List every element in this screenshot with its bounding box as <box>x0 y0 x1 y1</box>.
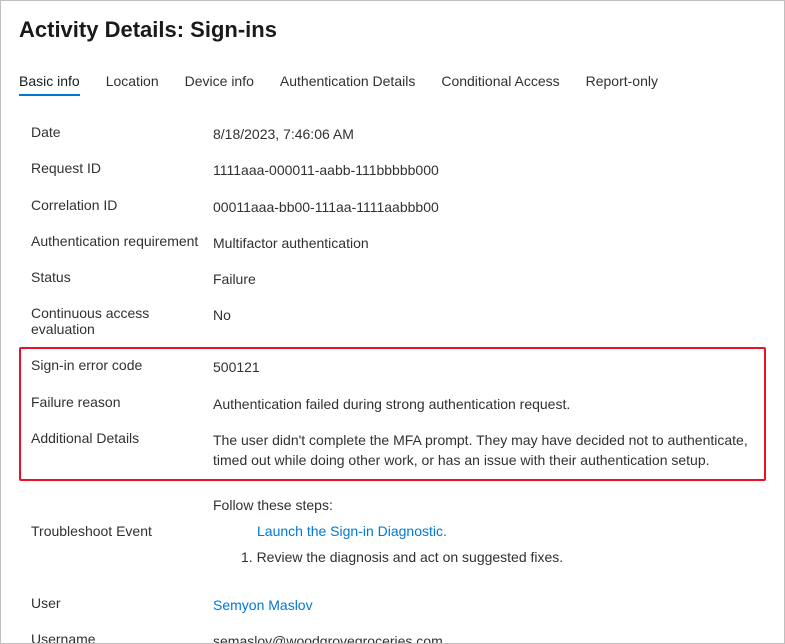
field-label: Correlation ID <box>31 197 213 213</box>
field-label: Username <box>31 631 213 644</box>
field-value: Failure <box>213 269 756 289</box>
tab-bar: Basic info Location Device info Authenti… <box>19 73 766 96</box>
basic-info-fields: Date 8/18/2023, 7:46:06 AM Request ID 11… <box>19 116 766 644</box>
field-label: Date <box>31 124 213 140</box>
tab-conditional-access[interactable]: Conditional Access <box>441 73 559 95</box>
error-highlight-box: Sign-in error code 500121 Failure reason… <box>19 347 766 480</box>
troubleshoot-content: Follow these steps: Launch the Sign-in D… <box>213 497 756 565</box>
field-value: Authentication failed during strong auth… <box>213 394 754 414</box>
field-label: Failure reason <box>31 394 213 410</box>
field-username: Username semaslov@woodgrovegroceries.com <box>19 623 766 644</box>
field-value: Multifactor authentication <box>213 233 756 253</box>
field-auth-requirement: Authentication requirement Multifactor a… <box>19 225 766 261</box>
activity-details-panel: Activity Details: Sign-ins Basic info Lo… <box>0 0 785 644</box>
field-label: Request ID <box>31 160 213 176</box>
field-additional-details: Additional Details The user didn't compl… <box>21 422 764 479</box>
field-label: Additional Details <box>31 430 213 446</box>
field-value: Semyon Maslov <box>213 595 756 615</box>
user-link[interactable]: Semyon Maslov <box>213 597 313 613</box>
field-label: Sign-in error code <box>31 357 213 373</box>
launch-diagnostic-link[interactable]: Launch the Sign-in Diagnostic. <box>257 523 447 539</box>
field-value: 1111aaa-000011-aabb-111bbbbb000 <box>213 160 756 180</box>
field-label: Troubleshoot Event <box>31 523 213 539</box>
field-value: 00011aaa-bb00-111aa-1111aabbb00 <box>213 197 756 217</box>
field-failure-reason: Failure reason Authentication failed dur… <box>21 386 764 422</box>
field-request-id: Request ID 1111aaa-000011-aabb-111bbbbb0… <box>19 152 766 188</box>
tab-authentication-details[interactable]: Authentication Details <box>280 73 415 95</box>
field-error-code: Sign-in error code 500121 <box>21 349 764 385</box>
troubleshoot-step-1: 1. Review the diagnosis and act on sugge… <box>213 549 756 565</box>
tab-location[interactable]: Location <box>106 73 159 95</box>
field-label: Continuous access evaluation <box>31 305 213 337</box>
field-date: Date 8/18/2023, 7:46:06 AM <box>19 116 766 152</box>
field-label: Authentication requirement <box>31 233 213 249</box>
field-value: 500121 <box>213 357 754 377</box>
tab-device-info[interactable]: Device info <box>185 73 254 95</box>
field-cae: Continuous access evaluation No <box>19 297 766 345</box>
field-label: User <box>31 595 213 611</box>
field-value: No <box>213 305 756 325</box>
field-status: Status Failure <box>19 261 766 297</box>
field-value: The user didn't complete the MFA prompt.… <box>213 430 754 471</box>
tab-basic-info[interactable]: Basic info <box>19 73 80 95</box>
field-value: semaslov@woodgrovegroceries.com <box>213 631 756 644</box>
field-label: Status <box>31 269 213 285</box>
troubleshoot-lead: Follow these steps: <box>213 497 756 513</box>
field-correlation-id: Correlation ID 00011aaa-bb00-111aa-1111a… <box>19 189 766 225</box>
field-troubleshoot: Troubleshoot Event Follow these steps: L… <box>19 493 766 579</box>
field-user: User Semyon Maslov <box>19 587 766 623</box>
field-value: 8/18/2023, 7:46:06 AM <box>213 124 756 144</box>
page-title: Activity Details: Sign-ins <box>19 17 766 43</box>
tab-report-only[interactable]: Report-only <box>586 73 658 95</box>
